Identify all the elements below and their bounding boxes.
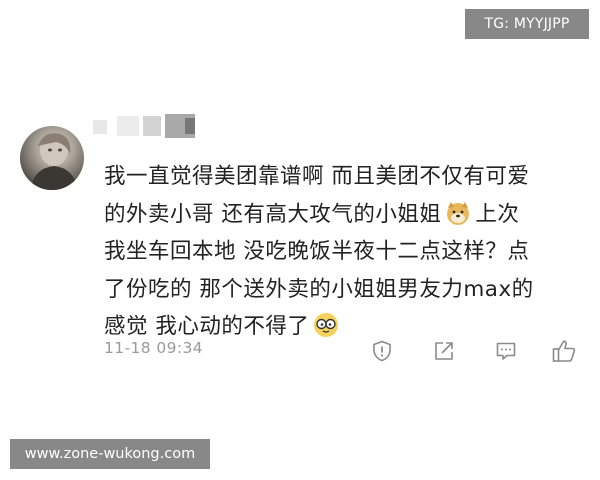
like-button[interactable]	[550, 337, 578, 365]
comment-body: 我一直觉得美团靠谱啊 而且美团不仅有可爱 的外卖小哥 还有高大攻气的小姐姐 上次…	[104, 158, 584, 346]
share-icon	[435, 342, 453, 360]
redaction-block	[117, 116, 139, 136]
profile-avatar-icon	[30, 133, 78, 190]
report-icon	[373, 340, 391, 362]
comment-timestamp: 11-18 09:34	[104, 339, 204, 357]
redaction-block	[143, 116, 161, 136]
tg-watermark-badge: TG: MYYJJPP	[465, 9, 589, 39]
report-button[interactable]	[368, 337, 396, 365]
comment-card: 我一直觉得美团靠谱啊 而且美团不仅有可爱 的外卖小哥 还有高大攻气的小姐姐 上次…	[0, 96, 600, 396]
comment-line: 我坐车回本地 没吃晚饭半夜十二点这样？点	[104, 239, 530, 264]
doge-emoji-icon	[445, 200, 471, 226]
comment-line: 我一直觉得美团靠谱啊 而且美团不仅有可爱	[104, 164, 530, 189]
comment-button[interactable]	[492, 337, 520, 365]
share-button[interactable]	[430, 337, 458, 365]
comment-actions	[364, 337, 594, 365]
comment-line: 的外卖小哥 还有高大攻气的小姐姐 上次	[104, 200, 520, 227]
comment-icon	[496, 342, 516, 360]
redaction-block	[185, 118, 195, 134]
username-redacted[interactable]	[93, 114, 203, 138]
thumbs-up-icon	[552, 340, 576, 362]
nerd-glasses-emoji-icon	[313, 312, 339, 338]
comment-line: 了份吃的 那个送外卖的小姐姐男友力max的	[104, 276, 534, 302]
site-watermark: www.zone-wukong.com	[10, 439, 210, 469]
redaction-block	[93, 120, 107, 134]
avatar[interactable]	[20, 126, 84, 190]
